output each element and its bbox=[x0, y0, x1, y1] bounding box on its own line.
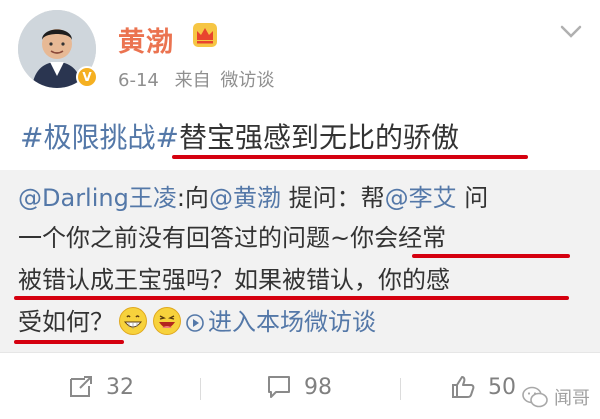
repost-line-3: 被错认成王宝强吗？如果被错认，你的感 bbox=[18, 266, 450, 294]
post-date: 6-14 bbox=[118, 70, 159, 91]
crown-icon bbox=[193, 23, 217, 47]
like-button[interactable]: 50 bbox=[450, 370, 516, 404]
repost-icon bbox=[70, 376, 92, 397]
post-source[interactable]: 微访谈 bbox=[220, 70, 274, 91]
comment-button[interactable]: 98 bbox=[266, 370, 332, 404]
repost-text: 问 bbox=[456, 184, 489, 212]
repost-line-1: @Darling王凌:向@黄渤 提问：帮@李艾 问 bbox=[18, 178, 488, 213]
user-name[interactable]: 黄渤 bbox=[118, 20, 174, 59]
wechat-icon bbox=[522, 386, 548, 408]
highlight-underline bbox=[412, 254, 570, 258]
divider bbox=[400, 378, 401, 400]
repost-count: 32 bbox=[106, 374, 134, 400]
repost-box[interactable]: @Darling王凌:向@黄渤 提问：帮@李艾 问 一个你之前没有回答过的问题~… bbox=[0, 170, 600, 352]
action-bar: 32 98 50 bbox=[0, 362, 600, 412]
divider bbox=[200, 378, 201, 400]
repost-line-2: 一个你之前没有回答过的问题~你会经常 bbox=[18, 224, 447, 252]
watermark-text: 闻哥 bbox=[554, 388, 590, 409]
enter-interview-link[interactable]: 进入本场微访谈 bbox=[208, 308, 376, 336]
grin-emoji-icon bbox=[119, 307, 147, 335]
repost-text: :向 bbox=[176, 184, 209, 212]
post-header: V 黄渤 6-14 来自 微访谈 bbox=[0, 0, 600, 108]
mention-darling[interactable]: @Darling王凌 bbox=[18, 184, 177, 212]
like-count: 50 bbox=[488, 374, 516, 400]
highlight-underline bbox=[14, 296, 569, 300]
watermark: 闻哥 bbox=[522, 384, 590, 410]
repost-text: 提问：帮 bbox=[280, 184, 385, 212]
chevron-down-icon[interactable] bbox=[560, 24, 582, 40]
divider bbox=[0, 352, 600, 353]
post-title-text: 替宝强感到无比的骄傲 bbox=[178, 121, 459, 154]
repost-text: 受如何？ bbox=[18, 308, 114, 336]
highlight-underline bbox=[172, 155, 528, 159]
post-source-prefix: 来自 bbox=[174, 70, 211, 91]
mention-liai[interactable]: @李艾 bbox=[385, 184, 457, 212]
mention-huangbo[interactable]: @黄渤 bbox=[209, 184, 281, 212]
post-meta: 6-14 来自 微访谈 bbox=[118, 66, 284, 92]
laugh-emoji-icon bbox=[153, 307, 181, 335]
play-icon bbox=[186, 314, 204, 332]
comment-count: 98 bbox=[304, 374, 332, 400]
thumbs-up-icon bbox=[452, 376, 475, 398]
comment-icon bbox=[268, 376, 290, 398]
highlight-underline bbox=[14, 340, 124, 344]
verified-badge-icon: V bbox=[76, 66, 98, 88]
post-text: #极限挑战#替宝强感到无比的骄傲 bbox=[20, 116, 459, 156]
topic-tag[interactable]: #极限挑战# bbox=[20, 121, 179, 154]
repost-button[interactable]: 32 bbox=[68, 370, 134, 404]
repost-line-4: 受如何？ 进入本场微访谈 bbox=[18, 302, 376, 337]
